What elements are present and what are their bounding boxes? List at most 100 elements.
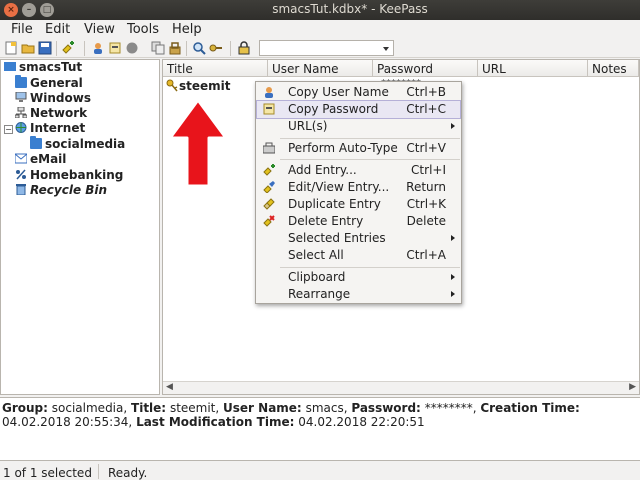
submenu-arrow-icon [451,123,455,129]
add-entry-icon[interactable] [61,41,75,55]
details-group: socialmedia [51,401,124,415]
menu-item-shortcut: Ctrl+V [406,141,446,155]
details-username: smacs [305,401,344,415]
find-icon[interactable] [192,41,206,55]
menu-bar: File Edit View Tools Help [0,20,640,39]
delete-key-icon [263,215,275,227]
tree-item-label: Windows [30,91,91,105]
tree-item-label: Homebanking [30,168,124,182]
menu-item-add-entry[interactable]: Add Entry... Ctrl+I [257,162,460,179]
details-group-label: Group: [2,401,48,415]
menu-item-copy-username[interactable]: Copy User Name Ctrl+B [257,84,460,101]
menu-view[interactable]: View [84,22,115,37]
menu-item-shortcut: Delete [406,214,446,228]
toolbar-separator [186,41,187,56]
globe-icon [15,122,27,133]
menu-item-shortcut: Ctrl+I [411,163,446,177]
toolbar-separator [230,41,231,56]
column-header-username[interactable]: User Name [268,60,373,77]
password-icon [263,103,275,115]
collapse-toggle[interactable]: − [4,125,13,134]
open-folder-icon[interactable] [21,41,35,55]
menu-item-clipboard[interactable]: Clipboard [257,269,460,286]
toolbar-separator [84,41,85,56]
menu-tools[interactable]: Tools [127,22,159,37]
menu-item-edit-entry[interactable]: Edit/View Entry... Return [257,179,460,196]
menu-item-label: Selected Entries [288,231,386,245]
menu-item-duplicate-entry[interactable]: Duplicate Entry Ctrl+K [257,196,460,213]
red-arrow-annotation [168,98,228,188]
keyboard-icon [263,142,275,154]
database-icon [4,62,16,71]
key-lock-icon[interactable] [209,41,223,55]
copy-icon[interactable] [151,41,165,55]
entry-context-menu: Copy User Name Ctrl+B Copy Password Ctrl… [255,81,462,304]
scroll-left-icon[interactable]: ◀ [166,382,173,392]
toolbar-separator [56,41,57,56]
menu-item-label: URL(s) [288,119,328,133]
column-header-notes[interactable]: Notes [588,60,639,77]
column-header-title[interactable]: Title [163,60,268,77]
window-title: smacsTut.kdbx* - KeePass [272,2,428,16]
tree-item-label: Internet [30,121,86,135]
menu-item-shortcut: Ctrl+A [406,248,446,262]
status-divider [98,464,99,479]
details-password-label: Password: [351,401,421,415]
tree-item-label: smacsTut [19,60,83,74]
menu-item-label: Duplicate Entry [288,197,381,211]
window-maximize-button[interactable]: □ [40,3,54,17]
menu-help[interactable]: Help [172,22,202,37]
menu-separator [280,159,460,160]
window-minimize-button[interactable]: – [22,3,36,17]
submenu-arrow-icon [451,291,455,297]
menu-item-label: Copy User Name [288,85,389,99]
group-tree: smacsTut General Windows Network − Inter… [0,59,160,395]
email-icon [15,153,27,164]
menu-item-auto-type[interactable]: Perform Auto-Type Ctrl+V [257,140,460,157]
menu-item-rearrange[interactable]: Rearrange [257,286,460,303]
tree-item-label: Recycle Bin [30,183,108,197]
menu-file[interactable]: File [11,22,33,37]
menu-separator [280,138,460,139]
menu-item-label: Copy Password [288,102,379,116]
menu-item-label: Perform Auto-Type [288,141,398,155]
key-icon [166,79,178,92]
horizontal-scrollbar[interactable]: ◀ ▶ [163,381,639,394]
add-key-icon [263,164,275,176]
new-database-icon[interactable] [4,41,18,55]
window-close-button[interactable]: × [4,3,18,17]
details-modified-label: Last Modification Time: [136,415,295,429]
network-icon [15,107,27,118]
menu-item-urls[interactable]: URL(s) [257,118,460,135]
copy-password-icon[interactable] [108,41,122,55]
recycle-bin-icon [16,184,26,195]
column-header-url[interactable]: URL [478,60,588,77]
details-creation-time: 04.02.2018 20:55:34 [2,415,129,429]
menu-item-select-all[interactable]: Select All Ctrl+A [257,247,460,264]
menu-item-label: Edit/View Entry... [288,180,390,194]
details-modified-time: 04.02.2018 22:20:51 [298,415,425,429]
menu-item-label: Delete Entry [288,214,364,228]
tree-item-label: socialmedia [45,137,126,151]
details-password: ******** [424,401,473,415]
copy-username-icon[interactable] [91,41,105,55]
menu-item-label: Rearrange [288,287,351,301]
toolbar [0,39,640,58]
submenu-arrow-icon [451,274,455,280]
details-title: steemit [169,401,216,415]
percent-icon [16,169,26,180]
scroll-right-icon[interactable]: ▶ [629,382,636,392]
details-creation-label: Creation Time: [480,401,580,415]
lock-workspace-icon[interactable] [168,41,182,55]
menu-item-copy-password[interactable]: Copy Password Ctrl+C [256,100,461,119]
autotype-icon[interactable] [125,41,139,55]
save-icon[interactable] [38,41,52,55]
padlock-icon[interactable] [237,41,251,55]
column-header-password[interactable]: Password [373,60,478,77]
monitor-icon [15,92,27,102]
menu-edit[interactable]: Edit [45,22,70,37]
quick-search-input[interactable] [259,40,394,56]
menu-item-selected-entries[interactable]: Selected Entries [257,230,460,247]
folder-icon [30,136,42,149]
menu-item-delete-entry[interactable]: Delete Entry Delete [257,213,460,230]
